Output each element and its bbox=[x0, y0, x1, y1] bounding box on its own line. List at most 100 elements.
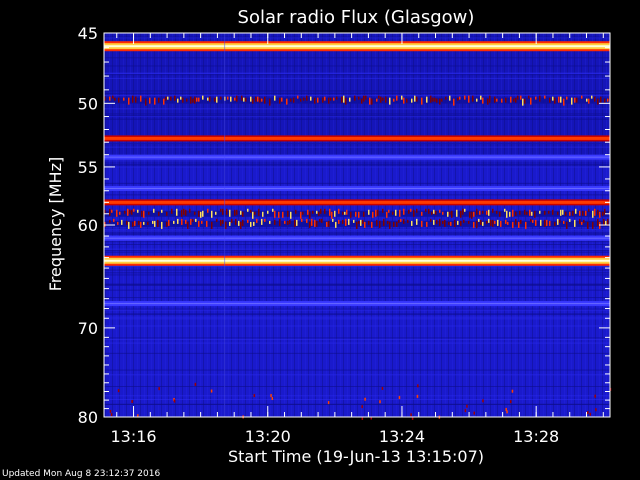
burst-mark bbox=[563, 98, 565, 106]
burst-mark bbox=[586, 98, 588, 102]
burst-mark bbox=[255, 96, 257, 102]
burst-mark bbox=[472, 95, 474, 102]
burst-mark bbox=[592, 221, 594, 229]
burst-mark bbox=[349, 97, 351, 102]
burst-mark bbox=[186, 98, 188, 102]
y-tick-label: 45 bbox=[78, 24, 98, 43]
burst-mark bbox=[289, 219, 291, 224]
burst-mark bbox=[358, 211, 360, 218]
burst-mark bbox=[376, 219, 378, 226]
burst-mark bbox=[229, 209, 231, 217]
burst-mark bbox=[512, 209, 514, 217]
burst-mark bbox=[320, 208, 322, 214]
burst-mark bbox=[413, 209, 415, 217]
burst-mark bbox=[435, 210, 437, 215]
burst-mark bbox=[185, 209, 187, 216]
burst-mark bbox=[378, 95, 380, 99]
burst-mark bbox=[433, 219, 435, 225]
burst-mark bbox=[534, 210, 536, 218]
burst-mark bbox=[158, 211, 160, 216]
burst-mark bbox=[270, 394, 272, 398]
burst-mark bbox=[132, 95, 134, 103]
burst-mark bbox=[161, 209, 163, 213]
background-channel bbox=[104, 250, 610, 252]
burst-mark bbox=[343, 95, 345, 103]
burst-mark bbox=[395, 209, 397, 216]
burst-mark bbox=[192, 98, 194, 103]
burst-mark bbox=[356, 221, 358, 229]
burst-mark bbox=[436, 98, 438, 103]
burst-mark bbox=[524, 209, 526, 215]
burst-mark bbox=[250, 96, 252, 102]
burst-mark bbox=[181, 209, 183, 217]
burst-mark bbox=[509, 211, 511, 217]
burst-mark bbox=[134, 220, 136, 226]
burst-mark bbox=[350, 211, 352, 218]
emission-band bbox=[104, 185, 610, 191]
burst-mark bbox=[274, 210, 276, 218]
burst-mark bbox=[132, 221, 134, 227]
background-channel bbox=[104, 403, 610, 405]
burst-mark bbox=[309, 221, 311, 228]
burst-mark bbox=[371, 221, 373, 228]
burst-mark bbox=[236, 95, 238, 102]
burst-mark bbox=[296, 219, 298, 226]
burst-mark bbox=[456, 209, 458, 217]
burst-mark bbox=[358, 96, 360, 100]
y-tick-label: 70 bbox=[78, 319, 98, 338]
burst-mark bbox=[294, 219, 296, 227]
burst-mark bbox=[216, 96, 218, 103]
burst-mark bbox=[383, 218, 385, 226]
burst-mark bbox=[243, 97, 245, 102]
burst-mark bbox=[403, 208, 405, 215]
burst-mark bbox=[158, 97, 160, 103]
y-axis-label: Frequency [MHz] bbox=[46, 157, 65, 291]
background-channel bbox=[104, 369, 610, 371]
burst-mark bbox=[173, 220, 175, 224]
burst-mark bbox=[468, 220, 470, 224]
burst-mark bbox=[242, 219, 244, 226]
burst-mark bbox=[401, 95, 403, 100]
x-axis-label: Start Time (19-Jun-13 13:15:07) bbox=[228, 447, 484, 466]
burst-mark bbox=[535, 219, 537, 226]
burst-mark bbox=[154, 97, 156, 105]
burst-mark bbox=[426, 221, 428, 227]
burst-mark bbox=[451, 210, 453, 218]
burst-mark bbox=[261, 218, 263, 225]
burst-mark bbox=[407, 219, 409, 223]
burst-mark bbox=[436, 219, 438, 224]
burst-mark bbox=[297, 95, 299, 99]
burst-mark bbox=[504, 208, 506, 212]
burst-mark bbox=[476, 98, 478, 102]
background-channel bbox=[104, 272, 610, 274]
burst-mark bbox=[311, 218, 313, 226]
burst-mark bbox=[309, 211, 311, 219]
band-peak bbox=[104, 303, 610, 305]
background-channel bbox=[104, 308, 610, 310]
burst-mark bbox=[201, 220, 203, 224]
burst-mark bbox=[109, 96, 111, 101]
burst-mark bbox=[190, 218, 192, 225]
burst-mark bbox=[381, 386, 384, 390]
burst-mark bbox=[557, 211, 559, 215]
burst-mark bbox=[574, 97, 576, 103]
burst-mark bbox=[434, 97, 436, 102]
burst-mark bbox=[416, 96, 418, 102]
burst-mark bbox=[240, 210, 242, 215]
burst-mark bbox=[379, 220, 381, 228]
burst-mark bbox=[316, 220, 318, 227]
burst-mark bbox=[544, 210, 546, 215]
burst-mark bbox=[168, 219, 170, 226]
background-channel bbox=[104, 37, 610, 39]
burst-mark bbox=[431, 211, 433, 215]
burst-mark bbox=[463, 219, 465, 223]
background-channel bbox=[104, 269, 610, 271]
burst-mark bbox=[480, 95, 482, 100]
burst-mark bbox=[565, 211, 567, 216]
x-tick-label: 13:16 bbox=[110, 427, 156, 446]
burst-mark bbox=[126, 220, 128, 225]
burst-mark bbox=[506, 410, 508, 414]
burst-mark bbox=[486, 210, 488, 215]
burst-mark bbox=[377, 209, 379, 216]
burst-mark bbox=[569, 218, 571, 222]
